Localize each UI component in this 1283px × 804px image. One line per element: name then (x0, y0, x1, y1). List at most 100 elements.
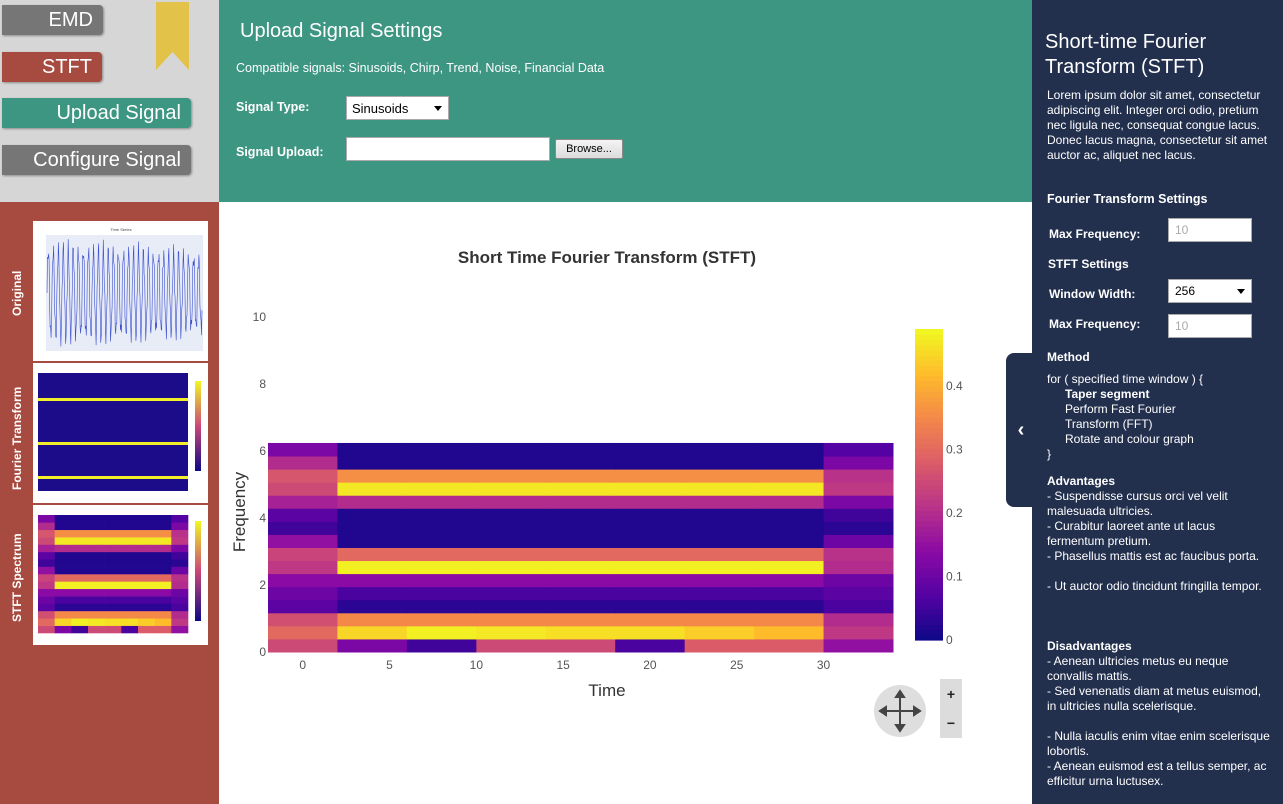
thumb-heatmap-cell (88, 596, 105, 604)
thumb-heatmap-cell (121, 566, 139, 575)
colorbar-segment (915, 334, 943, 340)
heatmap-cell (476, 573, 547, 588)
heatmap-cell (476, 521, 547, 535)
thumb-heatmap-cell (88, 544, 105, 553)
thumb-heatmap-cell (171, 625, 189, 634)
colorbar-segment (915, 411, 943, 418)
thumb-heatmap-cell (38, 625, 55, 634)
heatmap-cell (476, 612, 547, 627)
max-frequency-input[interactable]: 10 (1168, 218, 1252, 242)
thumb-heatmap-cell (88, 515, 105, 523)
colorbar-segment (915, 406, 943, 413)
colorbar-segment (915, 619, 943, 626)
heatmap-cell (476, 495, 547, 509)
heatmap-cell (406, 482, 477, 496)
thumb-heatmap-cell (71, 625, 89, 634)
thumb-heatmap-cell (154, 515, 172, 523)
thumb-label-fourier: Fourier Transform (10, 386, 24, 490)
thumb-heatmap-cell (71, 618, 89, 626)
colorbar-segment (915, 339, 943, 346)
heatmap-cell (754, 586, 825, 601)
colorbar-segment (915, 380, 943, 387)
heatmap-cell (337, 521, 408, 535)
heatmap-cell (337, 442, 408, 457)
heatmap-cell (476, 482, 547, 496)
heatmap-cell (476, 534, 547, 548)
thumb-original[interactable]: Time Series (33, 221, 208, 361)
thumb-heatmap-cell (138, 515, 155, 523)
thumb-heatmap-cell (138, 596, 155, 604)
thumb-original-title: Time Series (110, 227, 131, 232)
thumb-heatmap-cell (54, 515, 72, 523)
colorbar-segment (915, 531, 943, 537)
colorbar-segment (915, 463, 943, 470)
thumb-heatmap-cell (138, 537, 155, 545)
nav-stft-button[interactable]: STFT (2, 52, 102, 82)
heatmap-cell (545, 573, 616, 588)
browse-button[interactable]: Browse... (555, 139, 623, 159)
heatmap-cell (615, 625, 686, 640)
heatmap-cell (823, 625, 894, 640)
colorbar-segment (915, 427, 943, 434)
heatmap-cell (615, 573, 686, 588)
thumb-heatmap-cell (121, 581, 139, 590)
nav-upload-label: Upload Signal (56, 101, 181, 124)
heatmap-cell (823, 469, 894, 483)
nav-emd-button[interactable]: EMD (2, 5, 103, 35)
heatmap-cell (476, 469, 547, 483)
colorbar-segment (915, 588, 943, 594)
heatmap-cell (545, 625, 616, 640)
heatmap-cell (684, 625, 755, 640)
stft-settings-heading: STFT Settings (1048, 257, 1129, 271)
heatmap-cell (823, 534, 894, 548)
thumb-heatmap-cell (38, 588, 55, 597)
heatmap-cell (684, 586, 755, 601)
thumb-original-plot: Time Series (46, 227, 203, 351)
zoom-in-button[interactable]: + (940, 679, 962, 709)
method-line: Taper segment (1065, 387, 1150, 401)
thumb-heatmap-cell (54, 603, 72, 612)
heatmap-cell (545, 482, 616, 496)
thumb-heatmap-cell (88, 588, 105, 597)
heatmap-cell (754, 534, 825, 548)
colorbar-segment (915, 546, 943, 553)
thumb-heatmap-cell (138, 610, 155, 619)
thumb-stft[interactable] (33, 505, 208, 645)
thumb-heatmap-cell (121, 515, 139, 523)
thumb-heatmap-cell (138, 625, 155, 634)
heatmap-cell (823, 442, 894, 457)
heatmap-cell (268, 482, 338, 496)
thumb-fourier[interactable] (33, 363, 208, 503)
signal-upload-input[interactable] (346, 137, 550, 161)
bookmark-icon[interactable] (156, 2, 189, 70)
heatmap-cell (268, 560, 338, 575)
thumb-heatmap-cell (154, 537, 172, 545)
heatmap-cell (823, 586, 894, 601)
zoom-out-button[interactable]: − (940, 708, 962, 738)
signal-type-value: Sinusoids (352, 100, 409, 116)
max-frequency-input-2[interactable]: 10 (1168, 314, 1252, 338)
plus-icon: + (946, 686, 956, 702)
disadvantages-item: - Nulla iaculis enim vitae enim sceleris… (1047, 729, 1270, 758)
heatmap-cell (545, 508, 616, 522)
heatmap-cell (337, 599, 408, 614)
heatmap-cell (545, 586, 616, 601)
thumb-heatmap-cell (88, 529, 105, 538)
x-tick-label: 0 (299, 658, 306, 672)
disadvantages-item: - Aenean euismod est a tellus semper, ac… (1047, 759, 1267, 788)
heatmap-cell (754, 638, 825, 653)
nav-configure-signal-button[interactable]: Configure Signal (2, 145, 191, 175)
signal-type-select[interactable]: Sinusoids (346, 96, 449, 120)
colorbar-segment (915, 614, 943, 620)
thumb-heatmap-cell (171, 588, 189, 597)
heatmap-cell (268, 599, 338, 614)
pan-button[interactable] (874, 685, 926, 737)
thumb-heatmap-cell (71, 581, 89, 590)
thumb-heatmap-cell (121, 559, 139, 567)
nav-upload-signal-button[interactable]: Upload Signal (2, 98, 191, 128)
thumb-heatmap-cell (38, 559, 55, 567)
window-width-select[interactable]: 256 (1168, 279, 1252, 303)
thumb-heatmap-cell (154, 551, 172, 560)
heatmap-cell (545, 612, 616, 627)
colorbar-segment (915, 417, 943, 423)
